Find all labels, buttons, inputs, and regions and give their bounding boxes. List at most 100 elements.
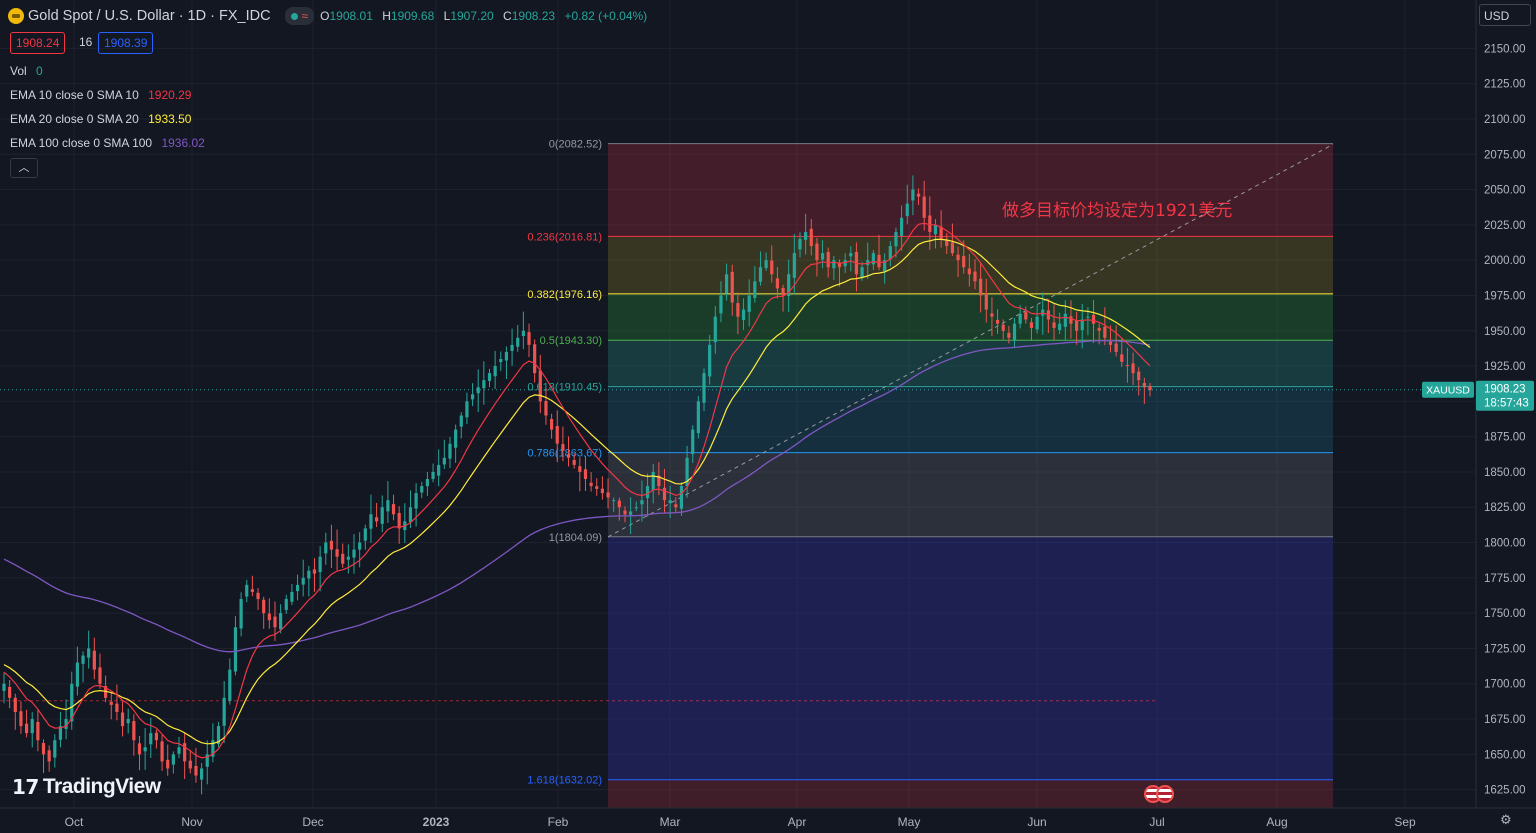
price-tick-label: 2150.00 — [1484, 43, 1526, 55]
candle-body — [538, 370, 542, 402]
candle-body — [149, 733, 153, 745]
candle-body — [775, 278, 780, 289]
fib-level-label: 0.236(2016.81) — [527, 231, 602, 243]
candle-body — [171, 754, 175, 765]
buy-price-button[interactable]: 1908.39 — [98, 32, 154, 54]
candle-body — [499, 358, 503, 363]
price-tick-label: 2025.00 — [1484, 220, 1526, 232]
candle-body — [346, 556, 350, 560]
currency-selector[interactable]: USD — [1479, 4, 1531, 26]
candle-body — [194, 765, 198, 776]
candle-body — [41, 742, 46, 755]
candle-body — [431, 471, 435, 479]
candle-body — [36, 721, 40, 741]
candle-body — [634, 507, 638, 509]
candle-body — [250, 589, 254, 592]
price-tick-label: 1825.00 — [1484, 502, 1526, 514]
candle-body — [1012, 323, 1017, 341]
price-tick-label: 2050.00 — [1484, 185, 1526, 197]
candle-body — [820, 253, 825, 260]
candle-body — [284, 599, 288, 610]
candle-body — [273, 616, 277, 628]
candle-body — [792, 253, 796, 278]
candle-body — [736, 303, 740, 317]
candle-body — [397, 512, 401, 529]
ema10-legend[interactable]: EMA 10 close 0 SMA 10 1920.29 — [10, 88, 191, 102]
candle-body — [312, 569, 317, 574]
candle-body — [860, 267, 864, 278]
candle-body — [1103, 326, 1107, 338]
symbol-title[interactable]: Gold Spot / U.S. Dollar · 1D · FX_IDC — [28, 8, 271, 24]
candle-body — [143, 747, 147, 752]
candle-body — [725, 274, 729, 294]
candle-body — [160, 741, 164, 762]
fib-zone — [608, 452, 1333, 537]
candle-body — [504, 351, 509, 361]
candle-body — [956, 254, 960, 261]
candle-body — [1029, 322, 1034, 328]
candle-body — [849, 253, 853, 257]
candle-body — [19, 711, 23, 727]
tradingview-logo[interactable]: 𝟭𝟳 TradingView — [12, 774, 161, 800]
us-flag-icon[interactable] — [1156, 785, 1174, 803]
close-value: 1908.23 — [511, 9, 556, 23]
candle-body — [962, 256, 966, 268]
candle-body — [877, 254, 881, 268]
candle-body — [770, 260, 774, 275]
candle-body — [233, 627, 238, 672]
candle-body — [1052, 322, 1056, 328]
sell-price-button[interactable]: 1908.24 — [10, 32, 66, 54]
candle-body — [30, 719, 34, 734]
price-tick-label: 1700.00 — [1484, 679, 1526, 691]
candle-body — [363, 528, 367, 541]
candle-body — [916, 193, 921, 197]
high-value: 1909.68 — [390, 9, 435, 23]
chevron-up-icon: ︿ — [18, 162, 30, 174]
candle-body — [905, 203, 909, 217]
spread-value: 16 — [79, 35, 93, 49]
candle-body — [1131, 363, 1135, 374]
candle-body — [1086, 316, 1090, 318]
price-tick-label: 1725.00 — [1484, 643, 1526, 655]
candle-body — [341, 553, 345, 564]
economic-events[interactable] — [1144, 785, 1174, 803]
collapse-legend-button[interactable]: ︿ — [10, 158, 38, 178]
candle-body — [973, 271, 977, 282]
candle-body — [329, 540, 334, 550]
settings-gear-icon[interactable]: ⚙ — [1500, 812, 1512, 828]
price-tick-label: 2075.00 — [1484, 149, 1526, 161]
ema100-legend[interactable]: EMA 100 close 0 SMA 100 1936.02 — [10, 136, 205, 150]
candle-body — [465, 401, 469, 418]
fib-zone — [608, 236, 1333, 294]
fib-zone — [608, 143, 1333, 237]
candle-body — [640, 500, 644, 505]
price-tick-label: 1875.00 — [1484, 432, 1526, 444]
ema100-label: EMA 100 close 0 SMA 100 — [10, 136, 153, 150]
price-tick-label: 1675.00 — [1484, 714, 1526, 726]
candle-body — [516, 337, 520, 347]
candle-body — [510, 344, 514, 351]
time-tick-label: May — [898, 815, 921, 829]
time-axis[interactable]: Oct Nov Dec 2023 Feb Mar Apr May Jun Jul Aug Sep — [0, 807, 1536, 833]
candle-body — [1091, 314, 1096, 324]
candle-body — [668, 500, 672, 504]
volume-legend[interactable]: Vol 0 — [10, 64, 43, 78]
price-chart[interactable]: 0(2082.52) 0.236(2016.81) 0.382(1976.16) 0.… — [0, 0, 1536, 833]
annotation-text[interactable]: 做多目标价均设定为1921美元 — [1002, 201, 1232, 221]
fib-level-label: 1.618(1632.02) — [527, 775, 602, 787]
candle-body — [798, 238, 802, 250]
candle-body — [87, 648, 91, 658]
candle-body — [1063, 313, 1067, 327]
candle-body — [933, 224, 938, 235]
candle-body — [1108, 341, 1113, 345]
candle-body — [521, 330, 525, 337]
market-status[interactable]: ≈ — [284, 7, 315, 25]
candle-body — [888, 246, 892, 260]
candle-body — [487, 373, 492, 381]
price-tick-label: 1750.00 — [1484, 608, 1526, 620]
time-tick-label: Jun — [1027, 815, 1046, 829]
candle-body — [75, 662, 79, 687]
ema20-legend[interactable]: EMA 20 close 0 SMA 20 1933.50 — [10, 112, 191, 126]
candle-body — [871, 253, 875, 265]
candle-body — [583, 469, 588, 480]
